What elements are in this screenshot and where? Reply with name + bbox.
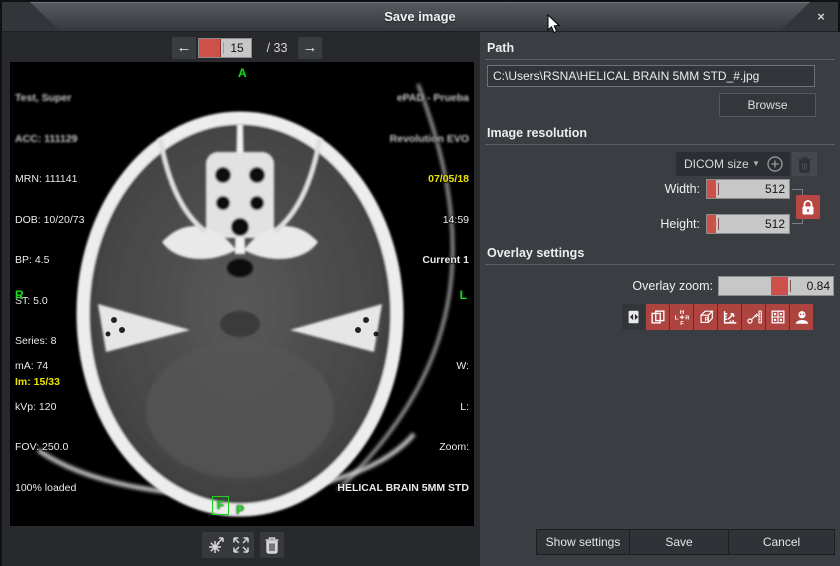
- grid-cells-icon: [769, 308, 787, 326]
- door-arrow-icon: [625, 308, 643, 326]
- add-preset-icon[interactable]: [766, 155, 784, 173]
- key-ruler-icon: [745, 308, 763, 326]
- section-divider: [485, 144, 835, 145]
- image-navigation: ← 15 / 33 →: [2, 37, 480, 59]
- title-bar: Save image ×: [2, 2, 838, 32]
- slider-tick: [718, 183, 719, 195]
- svg-text:F: F: [680, 321, 684, 326]
- resolution-section-title: Image resolution: [487, 126, 587, 140]
- overlay-orientation-letters-toggle-button[interactable]: HL RF: [670, 304, 693, 330]
- overlay-export-toggle-button[interactable]: [622, 304, 645, 330]
- orientation-marker-right: R: [15, 288, 24, 302]
- path-section-title: Path: [487, 41, 514, 55]
- slider-handle[interactable]: [707, 215, 716, 233]
- orientation-flip-box: F: [212, 496, 229, 515]
- save-button[interactable]: Save: [629, 529, 729, 555]
- trash-icon: [264, 536, 280, 554]
- overlay-measure-toggle-button[interactable]: [742, 304, 765, 330]
- chevron-down-icon[interactable]: ▼: [752, 152, 760, 176]
- overlay-study-info: ePAD - Prueba Revolution EVO 07/05/18 14…: [390, 65, 469, 295]
- path-input[interactable]: [487, 65, 815, 87]
- auto-window-icon[interactable]: [207, 536, 225, 554]
- overlay-zoom-value[interactable]: 0.84: [807, 277, 830, 295]
- settings-panel: Path Browse Image resolution DICOM size …: [480, 32, 840, 566]
- fit-to-view-icon[interactable]: [232, 536, 250, 554]
- height-value[interactable]: 512: [765, 215, 785, 233]
- trash-icon: [797, 156, 812, 173]
- svg-text:H: H: [679, 310, 683, 316]
- height-slider[interactable]: 512: [706, 214, 790, 234]
- orientation-marker-left: L: [460, 288, 467, 302]
- overlay-ruler-toggle-button[interactable]: [718, 304, 741, 330]
- width-slider[interactable]: 512: [706, 179, 790, 199]
- dialog-footer: Show settings Save Cancel: [537, 529, 835, 555]
- image-index-slider[interactable]: 15: [198, 38, 252, 58]
- svg-text:R: R: [704, 317, 708, 323]
- show-settings-button[interactable]: Show settings: [536, 529, 630, 555]
- slider-handle[interactable]: [199, 39, 221, 57]
- ct-image-preview: Test, Super ACC: 111129 MRN: 111141 DOB:…: [10, 62, 474, 526]
- overlay-window-info: W: L: Zoom: HELICAL BRAIN 5MM STD: [337, 333, 469, 522]
- slider-handle[interactable]: [771, 277, 788, 295]
- image-index-value[interactable]: 15: [223, 39, 251, 57]
- orientation-marker-posterior: P: [236, 503, 244, 517]
- delete-image-button[interactable]: [260, 532, 284, 558]
- next-image-button[interactable]: →: [298, 37, 322, 59]
- save-image-dialog: Save image × ← 15 / 33 →: [0, 0, 840, 566]
- aspect-ratio-lock-button[interactable]: [796, 195, 820, 219]
- slider-tick: [790, 280, 791, 292]
- width-value[interactable]: 512: [765, 180, 785, 198]
- person-icon: [793, 308, 811, 326]
- overlay-frames-toggle-button[interactable]: [646, 304, 669, 330]
- overlay-section-title: Overlay settings: [487, 246, 584, 260]
- preset-selected-value[interactable]: DICOM size: [684, 152, 749, 176]
- overlay-grid-toggle-button[interactable]: [766, 304, 789, 330]
- overlay-zoom-label: Overlay zoom:: [540, 276, 713, 296]
- slider-handle[interactable]: [707, 180, 716, 198]
- overlay-zoom-slider[interactable]: 0.84: [718, 276, 834, 296]
- image-total-label: / 33: [258, 39, 296, 57]
- orientation-letters-icon: HL RF: [673, 308, 691, 326]
- orientation-marker-anterior: A: [238, 66, 247, 80]
- dialog-title: Save image: [2, 2, 838, 31]
- svg-text:R: R: [685, 315, 690, 321]
- section-divider: [485, 59, 835, 60]
- overlay-3d-cube-toggle-button[interactable]: R: [694, 304, 717, 330]
- stacked-frames-icon: [649, 308, 667, 326]
- overlay-acquisition-info: mA: 74 kVp: 120 FOV: 250.0 100% loaded: [15, 333, 76, 522]
- cancel-button[interactable]: Cancel: [728, 529, 835, 555]
- corner-ruler-icon: [721, 308, 739, 326]
- resolution-preset-dropdown[interactable]: DICOM size ▼: [676, 152, 790, 176]
- delete-preset-button[interactable]: [792, 152, 817, 176]
- viewer-column: ← 15 / 33 →: [2, 32, 480, 566]
- slider-tick: [718, 218, 719, 230]
- height-label: Height:: [600, 214, 700, 234]
- svg-text:L: L: [674, 315, 678, 321]
- section-divider: [485, 264, 835, 265]
- viewer-tool-group: [202, 532, 254, 558]
- browse-button[interactable]: Browse: [719, 93, 816, 117]
- cube-3d-icon: R: [697, 308, 715, 326]
- close-button[interactable]: ×: [811, 2, 831, 31]
- previous-image-button[interactable]: ←: [172, 37, 196, 59]
- width-label: Width:: [600, 179, 700, 199]
- overlay-patient-figure-toggle-button[interactable]: [790, 304, 813, 330]
- overlay-toggle-toolbar: HLRF R: [622, 304, 813, 330]
- lock-icon: [800, 198, 816, 216]
